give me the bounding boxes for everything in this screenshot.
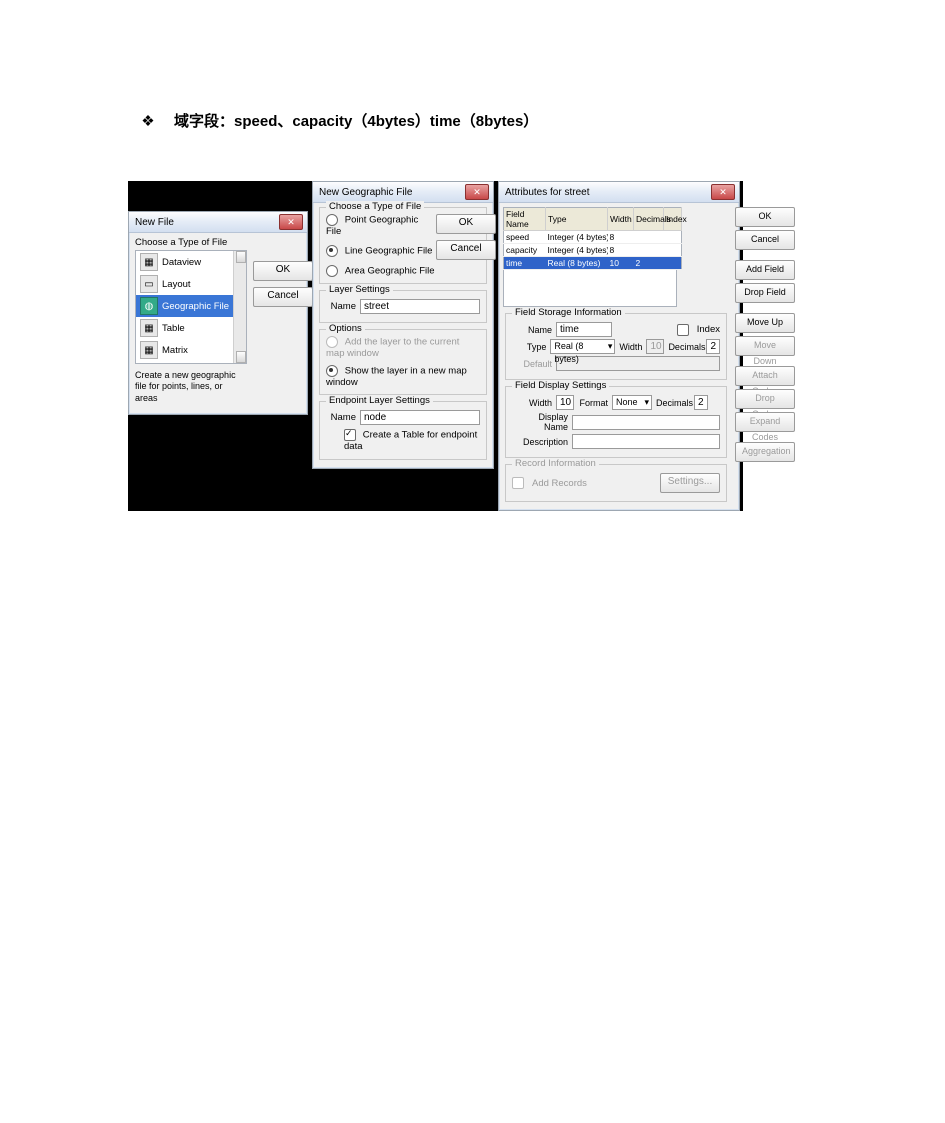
window-title: Attributes for street [505, 187, 589, 198]
window-title: New File [135, 217, 174, 228]
group-label: Choose a Type of File [135, 237, 251, 248]
move-up-button[interactable]: Move Up [735, 313, 795, 333]
fields-table[interactable]: Field Name Type Width Decimals Index spe… [503, 207, 682, 270]
titlebar: New File ✕ [129, 212, 307, 233]
radio-icon [326, 365, 338, 377]
list-item[interactable]: ▦ Matrix [136, 339, 246, 361]
list-item[interactable]: ▭ Layout [136, 273, 246, 295]
table-row-selected[interactable]: time Real (8 bytes) 10 2 [504, 257, 682, 270]
grid-icon: ▦ [140, 253, 158, 271]
radio-add-current: Add the layer to the current map window [326, 336, 480, 359]
aggregation-button: Aggregation [735, 442, 795, 462]
file-type-group: Choose a Type of File Point Geographic F… [319, 207, 487, 284]
cancel-button[interactable]: Cancel [436, 240, 496, 260]
field-storage-group: Field Storage Information Name time Inde… [505, 313, 727, 380]
display-width-input[interactable]: 10 [556, 395, 574, 410]
expand-codes-button: Expand Codes [735, 412, 795, 432]
close-icon[interactable]: ✕ [279, 214, 303, 230]
endpoint-table-check[interactable]: Create a Table for endpoint data [344, 429, 480, 452]
list-item-selected[interactable]: ◍ Geographic File [136, 295, 246, 317]
storage-width-input: 10 [646, 339, 664, 354]
titlebar: New Geographic File ✕ [313, 182, 493, 203]
new-file-dialog: New File ✕ Choose a Type of File ▦ Datav… [128, 211, 308, 415]
display-format-select[interactable]: None [612, 395, 652, 410]
move-down-button: Move Down [735, 336, 795, 356]
display-decimals-input[interactable]: 2 [694, 395, 708, 410]
layer-settings-group: Layer Settings Name street [319, 290, 487, 323]
radio-area[interactable]: Area Geographic File [326, 265, 436, 277]
file-type-list[interactable]: ▦ Dataview ▭ Layout ◍ Geographic File [135, 250, 247, 364]
attach-codes-button: Attach Codes [735, 366, 795, 386]
globe-icon: ◍ [140, 297, 158, 315]
ok-button[interactable]: OK [735, 207, 795, 227]
cancel-button[interactable]: Cancel [253, 287, 313, 307]
grid-icon: ▦ [140, 341, 158, 359]
radio-point[interactable]: Point Geographic File [326, 214, 436, 237]
list-item[interactable]: ▦ Table [136, 317, 246, 339]
field-display-group: Field Display Settings Width 10 Format N… [505, 386, 727, 458]
options-group: Options Add the layer to the current map… [319, 329, 487, 395]
bullet-icon: ❖ [140, 112, 156, 130]
window-title: New Geographic File [319, 187, 412, 198]
endpoint-layer-group: Endpoint Layer Settings Name node Create… [319, 401, 487, 459]
radio-icon [326, 336, 338, 348]
radio-icon [326, 245, 338, 257]
ok-button[interactable]: OK [253, 261, 313, 281]
radio-line[interactable]: Line Geographic File [326, 245, 436, 257]
storage-name-input[interactable]: time [556, 322, 612, 337]
table-row[interactable]: speed Integer (4 bytes) 8 [504, 231, 682, 244]
checkbox-icon [344, 429, 356, 441]
display-name-input[interactable] [572, 415, 720, 430]
doc-heading: ❖域字段：speed、capacity（4bytes）time（8bytes） [140, 110, 945, 131]
hint-text: Create a new geographic file for points,… [129, 366, 253, 414]
layer-name-input[interactable]: street [360, 299, 480, 314]
drop-codes-button: Drop Codes [735, 389, 795, 409]
drop-field-button[interactable]: Drop Field [735, 283, 795, 303]
table-empty-area [503, 270, 677, 307]
list-item[interactable]: ▦ Dataview [136, 251, 246, 273]
layout-icon: ▭ [140, 275, 158, 293]
attributes-dialog: Attributes for street ✕ Field Name Type … [498, 181, 740, 511]
cancel-button[interactable]: Cancel [735, 230, 795, 250]
add-field-button[interactable]: Add Field [735, 260, 795, 280]
scrollbar[interactable] [233, 251, 246, 363]
radio-icon [326, 265, 338, 277]
table-row[interactable]: capacity Integer (4 bytes) 8 [504, 244, 682, 257]
add-records-checkbox [512, 477, 524, 489]
settings-button: Settings... [660, 473, 720, 493]
titlebar: Attributes for street ✕ [499, 182, 739, 203]
index-checkbox[interactable] [677, 324, 689, 336]
screenshot-row: New File ✕ Choose a Type of File ▦ Datav… [128, 181, 743, 511]
ok-button[interactable]: OK [436, 214, 496, 234]
close-icon[interactable]: ✕ [465, 184, 489, 200]
endpoint-name-input[interactable]: node [360, 410, 480, 425]
table-header: Field Name Type Width Decimals Index [504, 208, 682, 231]
record-info-group: Record Information Add Records Settings.… [505, 464, 727, 502]
new-geographic-file-dialog: New Geographic File ✕ Choose a Type of F… [312, 181, 494, 469]
radio-new-window[interactable]: Show the layer in a new map window [326, 365, 480, 388]
description-input[interactable] [572, 434, 720, 449]
grid-icon: ▦ [140, 319, 158, 337]
radio-icon [326, 214, 338, 226]
storage-decimals-input[interactable]: 2 [706, 339, 720, 354]
storage-default-input [556, 356, 720, 371]
close-icon[interactable]: ✕ [711, 184, 735, 200]
storage-type-select[interactable]: Real (8 bytes) [550, 339, 615, 354]
